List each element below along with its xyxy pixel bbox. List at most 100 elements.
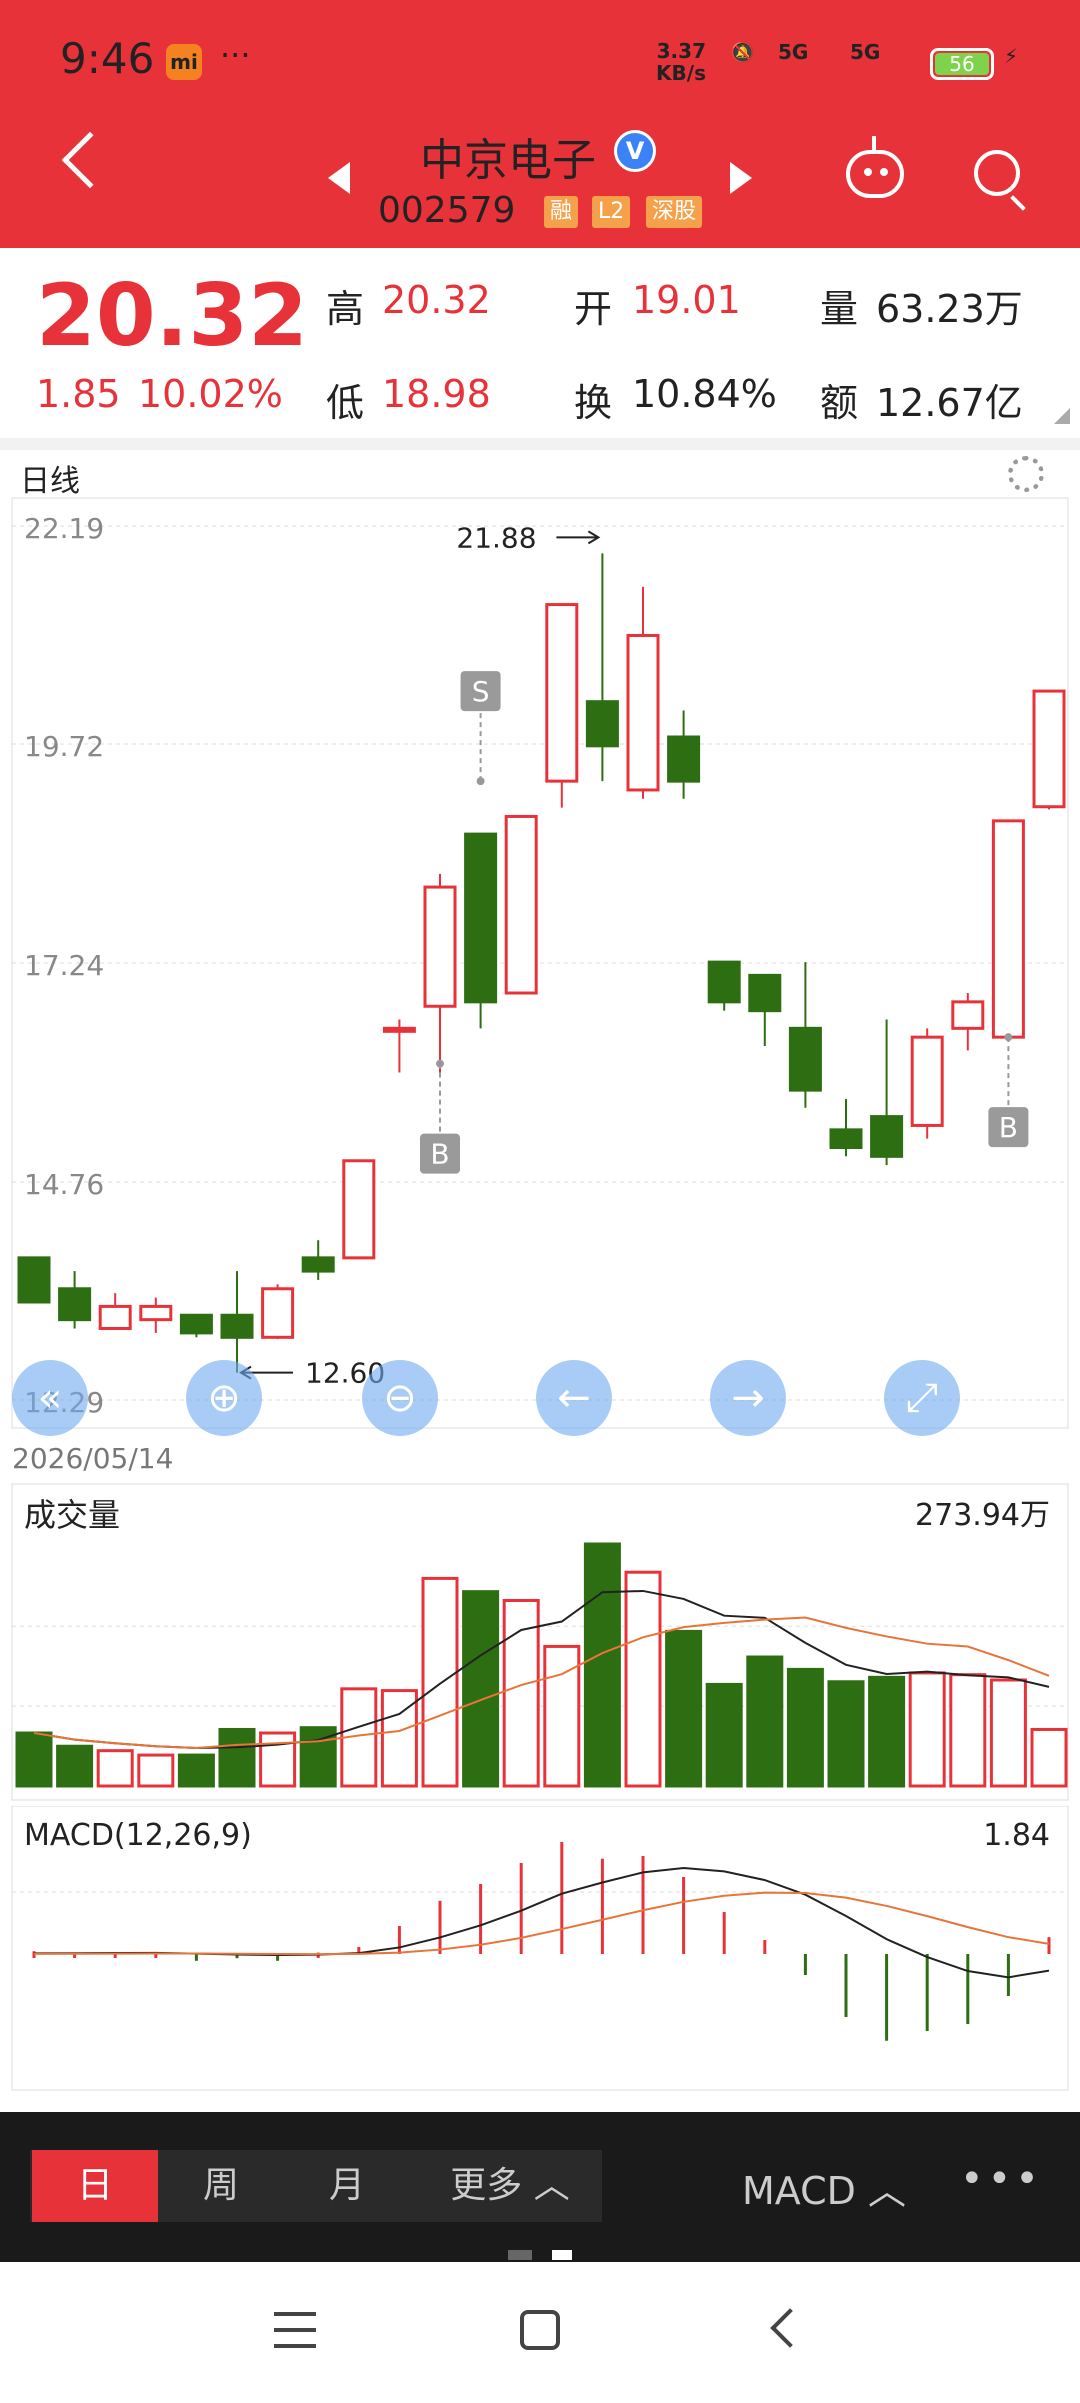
fullscreen-icon[interactable]: ⤢: [884, 1360, 960, 1436]
volume-bar: [177, 1753, 215, 1788]
next-stock-icon[interactable]: [730, 162, 752, 194]
volume-label: 量: [820, 287, 859, 331]
volume-chart[interactable]: [0, 1480, 1080, 1810]
volume-bar: [665, 1629, 703, 1788]
volume-bar: [421, 1576, 459, 1788]
candle-body: [464, 832, 498, 1004]
last-price: 20.32: [36, 266, 309, 366]
stock-name: 中京电子: [420, 135, 596, 186]
verified-icon: V: [614, 130, 656, 172]
quote-panel: 20.32 1.85 10.02% 高 20.32 低 18.98 开 19.0…: [0, 248, 1080, 438]
volume-bar: [827, 1680, 865, 1788]
volume-bar: [746, 1655, 784, 1788]
candle-body: [1032, 689, 1066, 809]
volume-bar: [1030, 1727, 1068, 1788]
period-more[interactable]: 更多 ︿: [420, 2150, 600, 2222]
candle-body: [301, 1256, 335, 1273]
signal-5g-icon: 5G: [778, 40, 809, 64]
period-week[interactable]: 周: [158, 2150, 284, 2222]
page-indicator: [508, 2250, 572, 2260]
volume-bar: [868, 1675, 906, 1788]
trade-marker-dot: [476, 777, 485, 786]
more-options-icon[interactable]: •••: [960, 2156, 1043, 2202]
volume-bar: [96, 1749, 134, 1788]
candle-body: [139, 1304, 173, 1322]
volume-bar: [989, 1678, 1027, 1788]
volume-bar: [949, 1673, 987, 1788]
scroll-right-icon[interactable]: →: [710, 1360, 786, 1436]
candle-body: [667, 735, 701, 783]
kline-y-tick: 14.76: [24, 1168, 104, 1201]
period-month[interactable]: 月: [284, 2150, 410, 2222]
tag-l2: L2: [592, 196, 631, 228]
amount-label: 额: [820, 381, 859, 425]
volume-bar: [218, 1727, 256, 1788]
volume-bar: [259, 1731, 297, 1788]
turnover-label: 换: [574, 381, 613, 425]
scroll-first-icon[interactable]: «: [12, 1360, 88, 1436]
kline-chart[interactable]: 22.1919.7217.2414.7612.2921.8812.60SBB: [0, 490, 1080, 1440]
volume-value: 63.23万: [876, 287, 1023, 331]
volume-bar: [705, 1682, 743, 1788]
candle-body: [951, 1000, 985, 1030]
volume-bar: [583, 1542, 621, 1788]
candle-body: [748, 973, 782, 1013]
expand-corner-icon[interactable]: [1054, 408, 1070, 424]
kline-y-tick: 17.24: [24, 949, 104, 982]
open-label: 开: [574, 287, 613, 331]
menu-icon[interactable]: [274, 2312, 316, 2348]
home-icon[interactable]: [520, 2310, 560, 2350]
prev-stock-icon[interactable]: [328, 162, 350, 194]
candle-body: [342, 1159, 376, 1260]
amount-value: 12.67亿: [876, 381, 1023, 425]
stock-code: 002579: [378, 190, 516, 231]
battery-icon: 56: [930, 48, 994, 80]
network-speed: 3.37 KB/s: [656, 39, 706, 85]
status-time: 9:46: [60, 34, 155, 83]
tag-sz: 深股: [646, 196, 703, 228]
candle-body: [991, 819, 1025, 1039]
mute-icon: 🔕: [730, 40, 755, 64]
volume-bar: [56, 1744, 94, 1788]
charging-icon: ⚡: [1004, 44, 1019, 68]
trade-marker-dot: [436, 1059, 444, 1068]
candle-body: [220, 1313, 254, 1339]
volume-bar: [137, 1753, 175, 1788]
trade-marker-text: S: [472, 675, 490, 708]
scroll-left-icon[interactable]: ←: [536, 1360, 612, 1436]
low-value: 18.98: [382, 372, 491, 416]
period-day[interactable]: 日: [32, 2150, 158, 2222]
candle-body: [98, 1304, 132, 1330]
trade-marker-text: B: [430, 1138, 449, 1171]
candle-body: [382, 1026, 416, 1033]
price-change-pct: 10.02%: [138, 372, 283, 416]
volume-bar: [462, 1590, 500, 1788]
macd-chart[interactable]: [0, 1806, 1080, 2096]
assistant-robot-icon[interactable]: [846, 136, 904, 198]
zoom-in-icon[interactable]: ⊕: [186, 1360, 262, 1436]
volume-bar: [15, 1731, 53, 1788]
divider: [0, 438, 1080, 450]
zoom-out-icon[interactable]: ⊖: [362, 1360, 438, 1436]
high-label: 高: [326, 287, 365, 331]
search-icon[interactable]: [974, 150, 1020, 196]
low-label: 低: [326, 381, 365, 425]
kline-y-tick: 22.19: [24, 512, 104, 545]
candle-body: [423, 885, 457, 1008]
candle-body: [179, 1313, 213, 1335]
candle-body: [910, 1035, 944, 1127]
candle-body: [829, 1128, 863, 1150]
candle-body: [870, 1115, 904, 1158]
tag-margin: 融: [544, 196, 579, 228]
macd-signal-line: [33, 1866, 1050, 1979]
turnover-value: 10.84%: [632, 372, 777, 416]
status-bar: 9:46 mi ··· 3.37 KB/s 🔕 5G 5G 56 ⚡: [0, 0, 1080, 110]
price-change: 1.85: [36, 372, 121, 416]
trade-marker-text: B: [999, 1111, 1018, 1144]
indicator-selector[interactable]: MACD ︿: [742, 2160, 906, 2215]
kline-high-label: 21.88: [456, 521, 536, 554]
open-value: 19.01: [632, 278, 741, 322]
volume-bar: [624, 1570, 662, 1788]
gear-icon[interactable]: [1008, 456, 1044, 492]
volume-bar: [908, 1671, 946, 1788]
